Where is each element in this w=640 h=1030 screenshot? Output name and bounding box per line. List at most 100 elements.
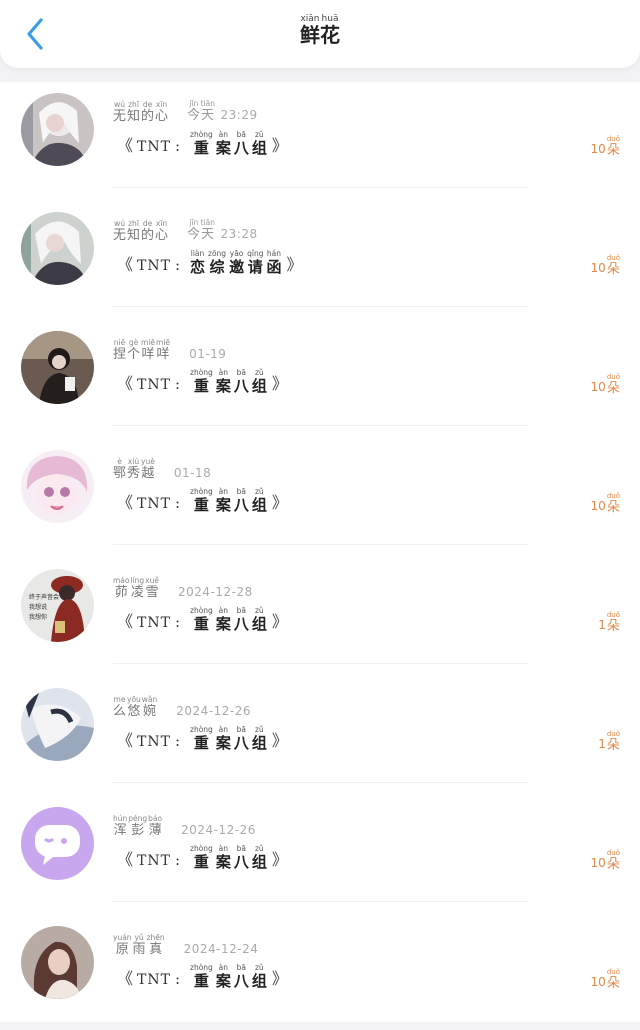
name-char: 心xīn bbox=[155, 100, 169, 124]
sender-name[interactable]: 无wú知zhī的de心xīn bbox=[113, 219, 169, 243]
name-char: 咩miē bbox=[141, 338, 156, 362]
name-char: 么me bbox=[113, 695, 127, 719]
group-prefix: TNT bbox=[137, 615, 171, 631]
sender-name[interactable]: 原yuán雨yǔ真zhēn bbox=[113, 933, 166, 957]
gift-title-char: 案àn bbox=[215, 963, 231, 990]
gift-title-char: 组zǔ bbox=[251, 606, 267, 633]
list-item[interactable]: 浑hún彭péng薄báo 2024-12-26 《 TNT: 重zhòng 案àn 八bā… bbox=[0, 796, 640, 915]
list-item[interactable]: 捏niē个gè咩miē咩miē 01-19 《 TNT: 重zhòng 案àn 八bā 组zǔ… bbox=[0, 320, 640, 439]
colon: : bbox=[174, 494, 181, 512]
name-char: 原yuán bbox=[113, 933, 132, 957]
colon: : bbox=[174, 732, 181, 750]
sender-name[interactable]: 浑hún彭péng薄báo bbox=[113, 814, 163, 838]
count-number: 10 bbox=[590, 380, 606, 394]
flower-count: 10 朵duǒ bbox=[591, 489, 620, 515]
avatar[interactable] bbox=[21, 450, 94, 523]
flower-count: 10 朵duǒ bbox=[591, 965, 620, 991]
sender-meta: 无wú知zhī的de心xīn 今jīn天tiān 23:28 bbox=[113, 215, 258, 243]
sender-name[interactable]: 捏niē个gè咩miē咩miē bbox=[113, 338, 171, 362]
top-bar: 鲜xiān花huā bbox=[0, 0, 640, 68]
sender-meta: 捏niē个gè咩miē咩miē 01-19 bbox=[113, 334, 226, 362]
avatar-caption: 我想说 bbox=[29, 604, 48, 611]
sender-meta: 原yuán雨yǔ真zhēn 2024-12-24 bbox=[113, 929, 258, 957]
row-divider bbox=[113, 544, 528, 545]
list-item[interactable]: 鄂è秀xiù越yuè 01-18 《 TNT: 重zhòng 案àn 八bā 组zǔ 》 10 朵d… bbox=[0, 439, 640, 558]
avatar[interactable] bbox=[21, 331, 94, 404]
avatar[interactable] bbox=[21, 688, 94, 761]
name-char: 薄báo bbox=[148, 814, 163, 838]
sender-name[interactable]: 无wú知zhī的de心xīn bbox=[113, 100, 169, 124]
avatar[interactable] bbox=[21, 212, 94, 285]
bracket-open: 《 bbox=[117, 850, 134, 869]
avatar-caption: 终于声音会 bbox=[29, 594, 60, 601]
gift-target: 《 TNT: 重zhòng 案àn 八bā 组zǔ 》 bbox=[117, 842, 288, 872]
gift-target: 《 TNT: 重zhòng 案àn 八bā 组zǔ 》 bbox=[117, 128, 288, 158]
gift-target: 《 TNT: 重zhòng 案àn 八bā 组zǔ 》 bbox=[117, 723, 288, 753]
flower-count: 10 朵duǒ bbox=[591, 846, 620, 872]
count-unit: 朵duǒ bbox=[606, 730, 620, 753]
gift-title-char: 八bā bbox=[233, 368, 249, 395]
gift-title-char: 八bā bbox=[233, 130, 249, 157]
gift-target: 《 TNT: 重zhòng 案àn 八bā 组zǔ 》 bbox=[117, 485, 288, 515]
list-item[interactable]: 原yuán雨yǔ真zhēn 2024-12-24 《 TNT: 重zhòng 案àn 八bā… bbox=[0, 915, 640, 1030]
bottom-spacer bbox=[0, 1022, 640, 1030]
name-char: 鄂è bbox=[113, 457, 127, 481]
timestamp: 01-18 bbox=[174, 466, 211, 481]
time-value: 2024-12-26 bbox=[176, 704, 252, 718]
time-word-char: 今jīn bbox=[187, 218, 201, 242]
gift-title-char: 重zhòng bbox=[190, 130, 213, 157]
gift-title-char: 重zhòng bbox=[190, 487, 213, 514]
timestamp: 01-19 bbox=[189, 347, 226, 362]
colon: : bbox=[174, 970, 181, 988]
bracket-open: 《 bbox=[117, 493, 134, 512]
gift-target: 《 TNT: 重zhòng 案àn 八bā 组zǔ 》 bbox=[117, 961, 288, 991]
avatar[interactable] bbox=[21, 807, 94, 880]
list-item[interactable]: 么me悠yōu婉wǎn 2024-12-26 《 TNT: 重zhòng 案àn 八bā 组z… bbox=[0, 677, 640, 796]
bracket-close: 》 bbox=[271, 731, 288, 750]
count-number: 10 bbox=[590, 261, 606, 275]
group-prefix: TNT bbox=[137, 496, 171, 512]
row-divider bbox=[113, 425, 528, 426]
count-unit: 朵duǒ bbox=[606, 611, 620, 634]
row-divider bbox=[113, 782, 528, 783]
sender-name[interactable]: 茆máo凌líng雪xuě bbox=[113, 576, 160, 600]
gift-target: 《 TNT: 恋liàn 综zōng 邀yāo 请qǐng 函hán 》 bbox=[117, 247, 302, 277]
count-number: 10 bbox=[590, 975, 606, 989]
avatar[interactable] bbox=[21, 93, 94, 166]
flower-count: 1 朵duǒ bbox=[598, 608, 620, 634]
name-char: 的de bbox=[141, 100, 155, 124]
colon: : bbox=[174, 256, 181, 274]
timestamp: 2024-12-24 bbox=[184, 942, 259, 957]
bracket-close: 》 bbox=[286, 255, 303, 274]
gift-title-char: 重zhòng bbox=[190, 844, 213, 871]
avatar[interactable] bbox=[21, 926, 94, 999]
bracket-close: 》 bbox=[271, 493, 288, 512]
flower-count: 1 朵duǒ bbox=[598, 727, 620, 753]
name-char: 悠yōu bbox=[127, 695, 141, 719]
sender-name[interactable]: 鄂è秀xiù越yuè bbox=[113, 457, 156, 481]
list-item[interactable]: 无wú知zhī的de心xīn 今jīn天tiān 23:29 《 TNT: 重zhòng 案… bbox=[0, 82, 640, 201]
timestamp: 今jīn天tiān 23:28 bbox=[187, 218, 258, 243]
count-number: 10 bbox=[590, 856, 606, 870]
sender-meta: 茆máo凌líng雪xuě 2024-12-28 bbox=[113, 572, 253, 600]
avatar-caption: 我想你 bbox=[29, 614, 48, 621]
name-char: 无wú bbox=[113, 100, 127, 124]
list-item[interactable]: 终于声音会 我想说 我想你 茆máo凌líng雪xuě 2024-12-28 《 TNT: 重… bbox=[0, 558, 640, 677]
bracket-open: 《 bbox=[117, 612, 134, 631]
name-char: 知zhī bbox=[127, 219, 141, 243]
gift-title-char: 邀yāo bbox=[229, 249, 245, 276]
name-char: 茆máo bbox=[113, 576, 130, 600]
timestamp: 今jīn天tiān 23:29 bbox=[187, 99, 258, 124]
name-char: 婉wǎn bbox=[141, 695, 158, 719]
gift-title-char: 综zōng bbox=[208, 249, 227, 276]
avatar[interactable]: 终于声音会我想说我想你 bbox=[21, 569, 94, 642]
gift-title-char: 八bā bbox=[233, 963, 249, 990]
sender-name[interactable]: 么me悠yōu婉wǎn bbox=[113, 695, 158, 719]
gift-title-char: 重zhòng bbox=[190, 725, 213, 752]
gift-title-char: 组zǔ bbox=[251, 130, 267, 157]
group-prefix: TNT bbox=[137, 734, 171, 750]
sender-meta: 无wú知zhī的de心xīn 今jīn天tiān 23:29 bbox=[113, 96, 258, 124]
title-char: 花huā bbox=[320, 14, 340, 47]
list-item[interactable]: 无wú知zhī的de心xīn 今jīn天tiān 23:28 《 TNT: 恋liàn 综z… bbox=[0, 201, 640, 320]
gift-title-char: 组zǔ bbox=[251, 963, 267, 990]
